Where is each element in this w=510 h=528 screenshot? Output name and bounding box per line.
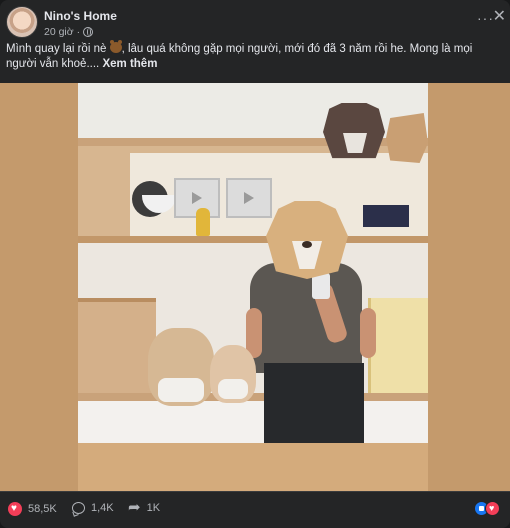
see-more-link[interactable]: Xem thêm — [102, 58, 157, 70]
post-footer: 58,5K 1,4K ➦ 1K — [0, 491, 510, 528]
page-avatar[interactable] — [6, 6, 38, 38]
reactions-count: 58,5K — [28, 503, 57, 515]
comment-button[interactable]: 1,4K — [72, 502, 114, 514]
post-caption: Mình quay lại rồi nè , lâu quá không gặp… — [6, 40, 502, 72]
cabinet — [78, 298, 156, 393]
facebook-post: Nino's Home 20 giờ · ··· ✕ Mình quay lại… — [0, 0, 510, 528]
post-header: Nino's Home 20 giờ · ··· ✕ — [6, 6, 506, 42]
comment-icon — [72, 502, 85, 514]
meta-separator: · — [76, 26, 81, 38]
shares-count: 1K — [146, 502, 161, 514]
love-icon — [485, 501, 500, 516]
more-options-icon[interactable]: ··· — [477, 10, 494, 26]
cat — [210, 345, 256, 403]
share-icon: ➦ — [128, 499, 141, 516]
post-video[interactable] — [0, 83, 510, 491]
bear-mask — [266, 201, 348, 279]
person — [250, 263, 362, 373]
globe-icon — [83, 27, 94, 37]
window — [368, 298, 428, 393]
bear-mask-decor — [323, 103, 385, 159]
share-button[interactable]: ➦ 1K — [128, 499, 161, 516]
person-arm — [360, 308, 376, 358]
box — [363, 205, 409, 227]
reactions-button[interactable]: 58,5K — [8, 502, 57, 516]
close-icon[interactable]: ✕ — [493, 6, 506, 26]
shelf-board — [78, 236, 428, 243]
heart-icon — [8, 502, 22, 516]
caption-text-start: Mình quay lại rồi nè — [6, 43, 107, 55]
cat — [148, 328, 214, 406]
bear-mask-decor — [386, 113, 428, 163]
comments-count: 1,4K — [91, 502, 114, 514]
post-meta: 20 giờ · — [44, 26, 94, 38]
page-name-link[interactable]: Nino's Home — [44, 9, 117, 23]
reaction-summary[interactable] — [474, 501, 500, 516]
counter-front — [78, 443, 428, 491]
apron — [264, 363, 364, 453]
video-frame — [78, 83, 428, 491]
play-button-award — [226, 178, 272, 218]
bear-emoji-icon — [109, 40, 122, 53]
post-timestamp[interactable]: 20 giờ — [44, 26, 74, 38]
figurine — [196, 208, 210, 236]
